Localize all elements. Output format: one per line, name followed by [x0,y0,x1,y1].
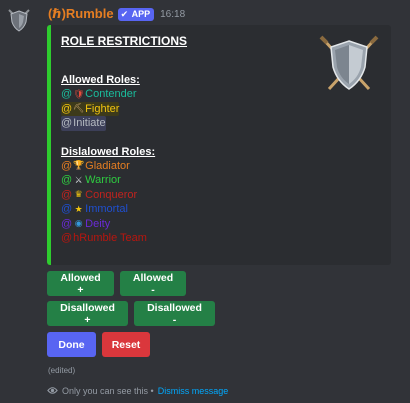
message-timestamp[interactable]: 16:18 [160,9,185,20]
pickaxe-icon: ⛏ [73,103,85,114]
role-mention[interactable]: @ ⛏ Fighter [61,101,120,116]
embed-description: Allowed Roles: @ 🛡 Contender @ ⛏ Fighter @ Init… [61,73,155,246]
role-mention[interactable]: @ ⚔ Warrior [61,173,155,188]
shield-swords-thumbnail-icon[interactable] [317,33,381,97]
mention-at-sign: @ [61,188,73,201]
mention-at-sign: @ [61,159,73,172]
role-restrictions-embed: ROLE RESTRICTIONS Allowed Roles: @ 🛡 Conte… [47,25,391,265]
mention-at-sign: @ [61,232,73,245]
role-name: Immortal [85,203,128,216]
mention-at-sign: @ [61,217,73,230]
app-badge: ✔ APP [117,7,155,21]
app-badge-label: APP [131,9,151,19]
role-name: Deity [85,217,111,230]
disallowed-button-row: Disallowed + Disallowed - [47,301,215,326]
role-name: Gladiator [85,159,130,172]
role-name: Fighter [85,102,120,115]
allowed-roles-list: @ 🛡 Contender @ ⛏ Fighter @ Initiate [61,87,155,131]
reset-button[interactable]: Reset [102,332,150,357]
role-name: hRumble Team [73,232,147,245]
orb-icon: ◉ [74,218,83,229]
disallowed-roles-heading: Dislalowed Roles: [61,145,156,158]
bot-avatar[interactable] [6,7,32,33]
message-header: (ℏ)Rumble ✔ APP 16:18 [48,6,185,22]
bot-username[interactable]: (ℏ)Rumble [48,6,114,22]
star-icon: ★ [74,203,83,214]
trophy-icon: 🏆 [73,160,85,171]
role-mention[interactable]: @ 🏆 Gladiator [61,159,155,174]
role-mention[interactable]: @ Initiate [61,116,106,131]
crossed-swords-icon: ⚔ [74,174,83,185]
allowed-add-button[interactable]: Allowed + [47,271,114,296]
eye-icon [47,387,58,394]
disallowed-add-button[interactable]: Disallowed + [47,301,128,326]
role-mention[interactable]: @ ★ Immortal [61,202,155,217]
done-button[interactable]: Done [47,332,96,357]
mention-at-sign: @ [61,102,73,115]
mention-at-sign: @ [61,203,73,216]
mention-at-sign: @ [61,88,73,101]
ephemeral-text: Only you can see this • [62,385,154,396]
edited-label: (edited) [48,366,76,375]
ephemeral-notice: Only you can see this • Dismiss message [47,385,228,396]
role-mention[interactable]: @ hRumble Team [61,231,155,246]
role-mention[interactable]: @ ♛ Conqueror [61,188,155,203]
allowed-remove-button[interactable]: Allowed - [120,271,186,296]
crown-icon: ♛ [74,189,83,200]
embed-title: ROLE RESTRICTIONS [61,34,188,48]
action-button-row: Done Reset [47,332,150,357]
allowed-button-row: Allowed + Allowed - [47,271,186,296]
shield-icon: 🛡 [73,88,85,99]
verified-check-icon: ✔ [120,8,129,19]
role-name: Contender [85,88,137,101]
role-name: Conqueror [85,188,138,201]
mention-at-sign: @ [61,117,73,130]
disallowed-roles-list: @ 🏆 Gladiator @ ⚔ Warrior @ ♛ Conqueror @ ★ Immorta… [61,159,155,246]
role-name: Warrior [85,174,121,187]
role-mention[interactable]: @ 🛡 Contender [61,87,155,102]
role-mention[interactable]: @ ◉ Deity [61,217,155,232]
role-name: Initiate [73,117,106,130]
dismiss-message-link[interactable]: Dismiss message [158,386,229,396]
mention-at-sign: @ [61,174,73,187]
disallowed-remove-button[interactable]: Disallowed - [134,301,215,326]
allowed-roles-heading: Allowed Roles: [61,74,140,86]
